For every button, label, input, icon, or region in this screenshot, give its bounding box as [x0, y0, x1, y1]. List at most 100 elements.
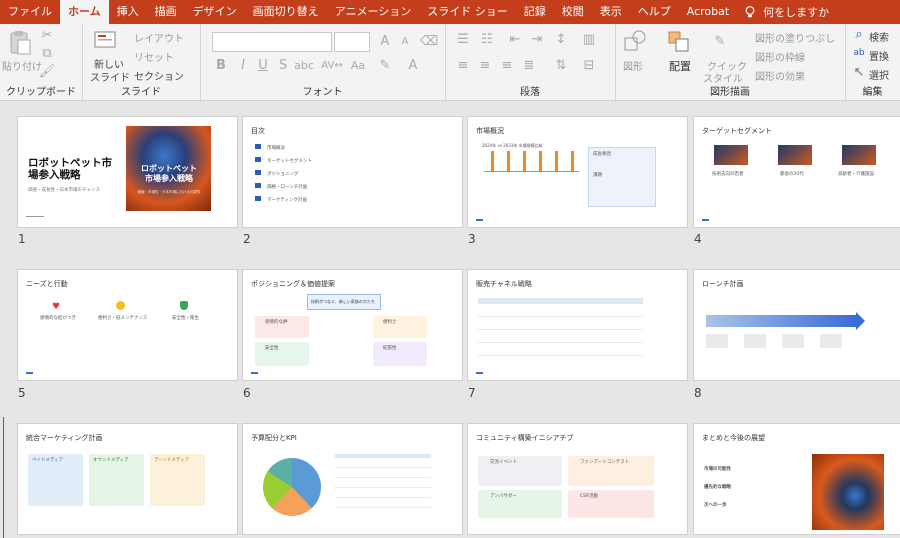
- align-text-icon[interactable]: ⊟: [581, 58, 597, 73]
- tell-me-box[interactable]: 何をしますか: [737, 4, 829, 20]
- arrange-icon[interactable]: [665, 28, 693, 54]
- slide3-footer: [476, 219, 483, 221]
- slide5-item-1: 感情的な結びつき: [40, 316, 76, 321]
- slide3-chart-title: 2024年 vs 2033年 市場規模比較: [482, 143, 543, 148]
- char-spacing-icon[interactable]: AV↔: [321, 58, 342, 72]
- align-left-icon[interactable]: ≡: [455, 58, 471, 73]
- slide12-robot-image: [812, 454, 884, 530]
- line-spacing-icon[interactable]: ↕: [553, 32, 569, 47]
- tab-slideshow[interactable]: スライド ショー: [419, 0, 516, 24]
- align-center-icon[interactable]: ≡: [477, 58, 493, 73]
- tab-help[interactable]: ヘルプ: [630, 0, 679, 24]
- font-color-icon[interactable]: A: [406, 58, 420, 73]
- slide-thumbnail-7[interactable]: 販売チャネル戦略: [467, 269, 688, 381]
- reset-button[interactable]: リセット: [134, 49, 174, 64]
- numbering-icon[interactable]: ☷: [479, 32, 495, 47]
- slide-number-8: 8: [694, 386, 702, 400]
- quick-style-icon[interactable]: ✎: [707, 28, 733, 54]
- arrange-label: 配置: [669, 60, 691, 73]
- slide4-footer: [702, 219, 709, 221]
- slide-thumbnail-10[interactable]: 予算配分とKPI: [242, 423, 463, 535]
- font-name-dropdown[interactable]: [212, 32, 332, 52]
- bold-button[interactable]: B: [214, 58, 228, 73]
- tab-home[interactable]: ホーム: [60, 0, 109, 24]
- paragraph-group-label: 段落: [520, 87, 540, 98]
- slide-thumbnail-3[interactable]: 市場概況 2024年 vs 2033年 市場規模比較 成長要因 課題: [467, 116, 688, 228]
- shape-effect-button[interactable]: 図形の効果: [755, 68, 805, 83]
- slide-thumbnail-12[interactable]: まとめと今後の展望 市場の可能性 優先的な戦略 次への一歩: [693, 423, 900, 535]
- slide9-title: 統合マーケティング計画: [26, 434, 103, 442]
- shapes-icon[interactable]: [621, 28, 649, 54]
- shrink-font-icon[interactable]: A: [398, 34, 412, 48]
- tab-animations[interactable]: アニメーション: [327, 0, 420, 24]
- tab-draw[interactable]: 描画: [147, 0, 185, 24]
- slide8-timeline-arrow: [706, 315, 856, 327]
- slide-number-6: 6: [243, 386, 251, 400]
- slide6-card-4: 拡張性: [373, 342, 427, 366]
- bullets-icon[interactable]: ☰: [455, 32, 471, 47]
- slide7-table: [478, 298, 643, 356]
- slide-sorter-workspace: ロボットペット市場参入戦略 価値・成長性・日本市場のチャンス ロボットペット 市…: [0, 101, 900, 538]
- tab-acrobat[interactable]: Acrobat: [679, 0, 737, 24]
- tab-transitions[interactable]: 画面切り替え: [245, 0, 327, 24]
- shape-fill-button[interactable]: 図形の塗りつぶし: [755, 30, 835, 45]
- increase-indent-icon[interactable]: ⇥: [529, 32, 545, 47]
- tab-record[interactable]: 記録: [516, 0, 554, 24]
- drawing-group-label: 図形描画: [710, 87, 750, 98]
- highlight-icon[interactable]: ✎: [378, 58, 392, 73]
- slide-thumbnail-11[interactable]: コミュニティ構築イニシアチブ 交流イベント ファンアートコンテスト アンバサダー…: [467, 423, 688, 535]
- copy-icon[interactable]: ⧉: [40, 46, 54, 61]
- slide2-item-5: マーケティング計画: [267, 198, 308, 203]
- slide-thumbnail-6[interactable]: ポジショニング＆価値提案 技術がつなぐ、新しい家族のかたち 感情的な絆 便利さ …: [242, 269, 463, 381]
- slide-thumbnail-5[interactable]: ニーズと行動 ♥ 感情的な結びつき 便利さ・低メンテナンス 安全性・衛生: [17, 269, 238, 381]
- slide-thumbnail-2[interactable]: 目次 市場概況 ターゲットセグメント ポジショニング 価格・ローンチ計画 マーケ…: [242, 116, 463, 228]
- strikethrough-icon[interactable]: abc: [294, 58, 314, 72]
- group-editing: ⌕ 検索 ab 置換 ↖ 選択 編集: [845, 24, 900, 100]
- tab-file[interactable]: ファイル: [0, 0, 60, 24]
- slide11-title: コミュニティ構築イニシアチブ: [476, 434, 574, 442]
- decrease-indent-icon[interactable]: ⇤: [507, 32, 523, 47]
- paste-label: 貼り付け: [2, 62, 42, 73]
- insertion-marker: [3, 417, 4, 538]
- select-button[interactable]: 選択: [869, 67, 889, 82]
- tab-design[interactable]: デザイン: [185, 0, 245, 24]
- slide-number-5: 5: [18, 386, 26, 400]
- slide-thumbnail-1[interactable]: ロボットペット市場参入戦略 価値・成長性・日本市場のチャンス ロボットペット 市…: [17, 116, 238, 228]
- change-case-button[interactable]: Aa: [348, 58, 368, 72]
- layout-button[interactable]: レイアウト: [134, 30, 184, 45]
- font-size-dropdown[interactable]: [334, 32, 370, 52]
- slide9-col-3: アーンドメディア: [150, 454, 205, 506]
- slide7-footer: [476, 372, 483, 374]
- select-icon[interactable]: ↖: [853, 65, 865, 80]
- grow-font-icon[interactable]: A: [378, 34, 392, 49]
- paste-icon[interactable]: [6, 28, 34, 56]
- section-button[interactable]: セクション: [134, 68, 184, 83]
- underline-button[interactable]: U: [256, 58, 270, 73]
- slide-number-1: 1: [18, 232, 26, 246]
- align-right-icon[interactable]: ≡: [499, 58, 515, 73]
- group-clipboard: 貼り付け ✂ ⧉ 🖌 クリップボード: [0, 24, 83, 100]
- replace-button[interactable]: 置換: [869, 48, 889, 63]
- justify-icon[interactable]: ≣: [521, 58, 537, 73]
- shape-outline-button[interactable]: 図形の枠線: [755, 49, 805, 64]
- find-button[interactable]: 検索: [869, 29, 889, 44]
- format-painter-icon[interactable]: 🖌: [39, 64, 56, 79]
- text-direction-icon[interactable]: ⇅: [553, 58, 569, 73]
- slide10-title: 予算配分とKPI: [251, 434, 297, 442]
- tab-view[interactable]: 表示: [592, 0, 630, 24]
- italic-button[interactable]: I: [236, 58, 250, 73]
- clear-format-icon[interactable]: ⌫: [420, 34, 438, 49]
- slide-thumbnail-9[interactable]: 統合マーケティング計画 ペイドメディア オウンドメディア アーンドメディア: [17, 423, 238, 535]
- cut-icon[interactable]: ✂: [40, 28, 54, 43]
- new-slide-icon[interactable]: [92, 28, 118, 52]
- slide-thumbnail-8[interactable]: ローンチ計画: [693, 269, 900, 381]
- shadow-button[interactable]: S: [276, 58, 290, 73]
- replace-icon[interactable]: ab: [853, 47, 865, 59]
- slide3-bar-chart: [484, 151, 579, 172]
- ribbon-tab-bar: ファイル ホーム 挿入 描画 デザイン 画面切り替え アニメーション スライド …: [0, 0, 900, 24]
- columns-icon[interactable]: ▥: [581, 32, 597, 47]
- tab-insert[interactable]: 挿入: [109, 0, 147, 24]
- find-icon[interactable]: ⌕: [853, 27, 865, 42]
- slide-thumbnail-4[interactable]: ターゲットセグメント 技術志向の若者 都会の30代 高齢者・介護施設: [693, 116, 900, 228]
- tab-review[interactable]: 校閲: [554, 0, 592, 24]
